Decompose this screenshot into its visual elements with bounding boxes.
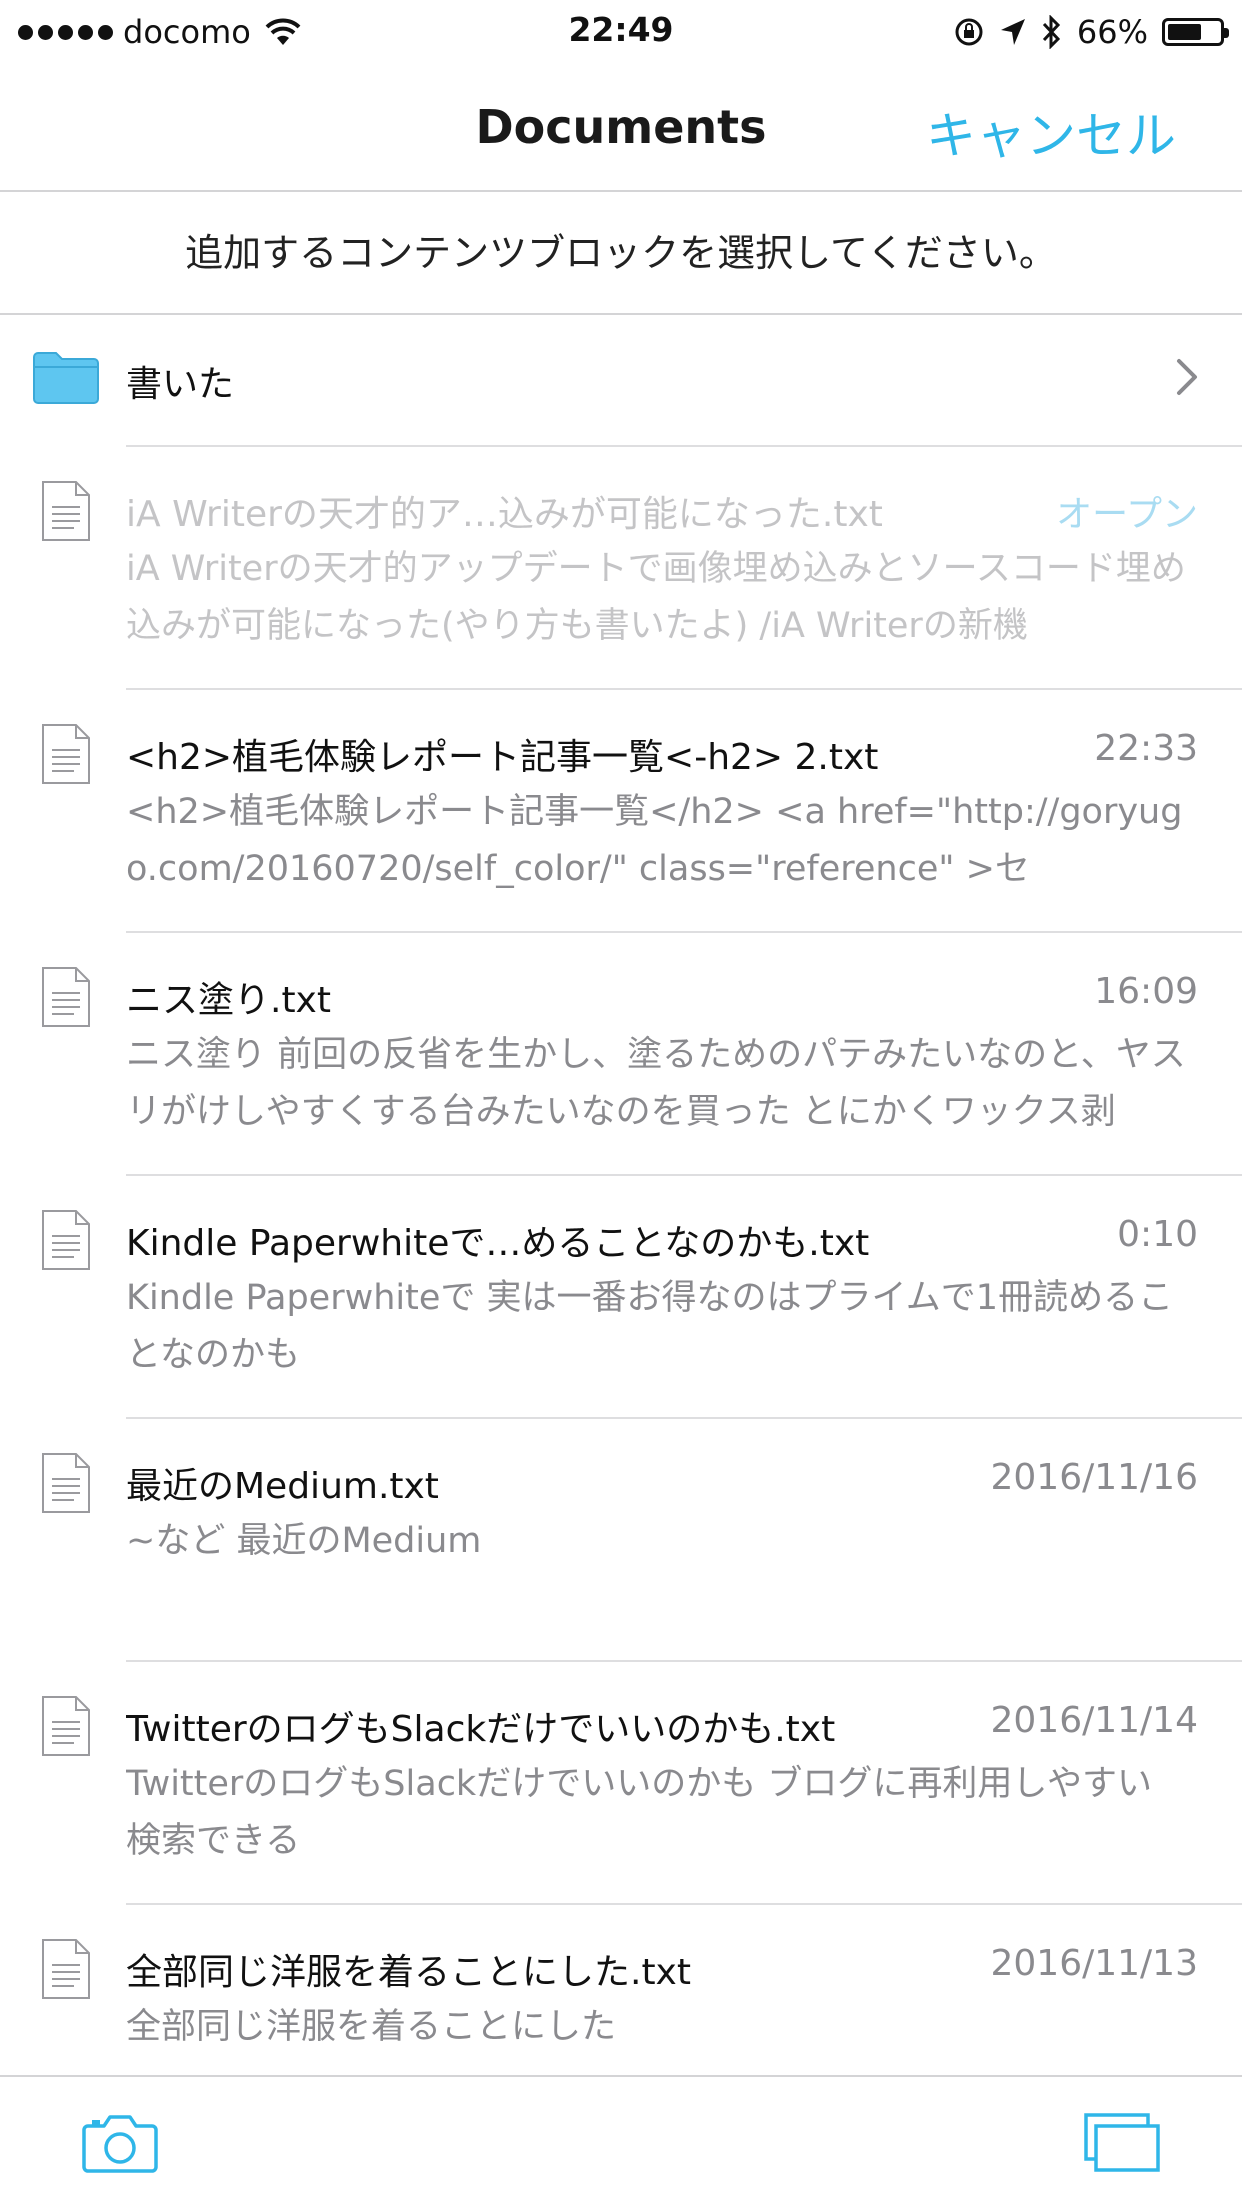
document-preview: ニス塗り 前回の反省を生かし、塗るためのパテみたいなのと、ヤスリがけしやすくする… — [126, 1035, 1186, 1132]
cancel-button[interactable]: キャンセル — [926, 96, 1176, 168]
document-row[interactable]: ニス塗り.txt 16:09 ニス塗り 前回の反省を生かし、塗るためのパテみたい… — [0, 933, 1242, 1176]
location-icon — [1000, 19, 1025, 45]
document-title: 全部同じ洋服を着ることにした.txt — [126, 1952, 691, 1993]
document-title: Kindle Paperwhiteで…めることなのかも.txt — [126, 1223, 870, 1264]
document-title: 最近のMedium.txt — [126, 1466, 439, 1507]
document-preview: ~など 最近のMedium — [126, 1521, 482, 1561]
document-preview: <h2>植毛体験レポート記事一覧</h2> <a href="http://go… — [126, 792, 1183, 889]
document-row[interactable]: <h2>植毛体験レポート記事一覧<-h2> 2.txt 22:33 <h2>植毛… — [0, 690, 1242, 933]
document-icon — [42, 1939, 90, 1999]
document-row[interactable]: Kindle Paperwhiteで…めることなのかも.txt 0:10 Kin… — [0, 1176, 1242, 1419]
folder-icon — [33, 352, 99, 404]
document-preview: Kindle Paperwhiteで 実は一番お得なのはプライムで1冊読めること… — [126, 1278, 1174, 1375]
cards-stack-icon[interactable] — [1084, 2111, 1160, 2173]
document-title: iA Writerの天才的ア…込みが可能になった.txt — [126, 494, 883, 535]
document-icon — [42, 724, 90, 784]
navigation-bar: Documents キャンセル — [0, 62, 1242, 192]
status-bar: docomo 22:49 66% — [0, 0, 1242, 62]
battery-percent: 66% — [1076, 13, 1148, 51]
document-row[interactable]: iA Writerの天才的ア…込みが可能になった.txt オープン iA Wri… — [0, 447, 1242, 690]
document-title: <h2>植毛体験レポート記事一覧<-h2> 2.txt — [126, 737, 879, 778]
document-icon — [42, 481, 90, 541]
document-date: 2016/11/14 — [990, 1700, 1199, 1741]
document-title: TwitterのログもSlackだけでいいのかも.txt — [126, 1709, 836, 1750]
rotation-lock-icon — [955, 18, 983, 46]
instruction-text: 追加するコンテンツブロックを選択してください。 — [0, 192, 1242, 315]
status-right: 66% — [953, 10, 1229, 54]
document-icon — [42, 1453, 90, 1513]
document-date: 0:10 — [1117, 1214, 1198, 1255]
document-date: 16:09 — [1094, 971, 1198, 1012]
camera-icon[interactable] — [82, 2112, 158, 2174]
battery-icon — [1162, 18, 1229, 46]
document-row[interactable]: 最近のMedium.txt 2016/11/16 ~など 最近のMedium — [0, 1419, 1242, 1662]
document-list: iA Writerの天才的ア…込みが可能になった.txt オープン iA Wri… — [0, 447, 1242, 2148]
document-icon — [42, 1210, 90, 1270]
document-preview: TwitterのログもSlackだけでいいのかも ブログに再利用しやすい 検索で… — [126, 1764, 1152, 1861]
document-icon — [42, 1696, 90, 1756]
bottom-toolbar — [0, 2075, 1242, 2208]
document-date: 2016/11/13 — [990, 1943, 1199, 1984]
folder-row[interactable]: 書いた — [0, 315, 1242, 445]
open-label: オープン — [1056, 494, 1198, 535]
bluetooth-icon — [1042, 15, 1060, 49]
chevron-right-icon — [1177, 359, 1197, 395]
document-preview: iA Writerの天才的アップデートで画像埋め込みとソースコード埋め込みが可能… — [126, 549, 1186, 646]
document-title: ニス塗り.txt — [126, 980, 331, 1021]
document-icon — [42, 967, 90, 1027]
document-row[interactable]: TwitterのログもSlackだけでいいのかも.txt 2016/11/14 … — [0, 1662, 1242, 1905]
folder-label: 書いた — [126, 364, 235, 405]
document-date: 22:33 — [1094, 728, 1198, 769]
document-date: 2016/11/16 — [990, 1457, 1199, 1498]
